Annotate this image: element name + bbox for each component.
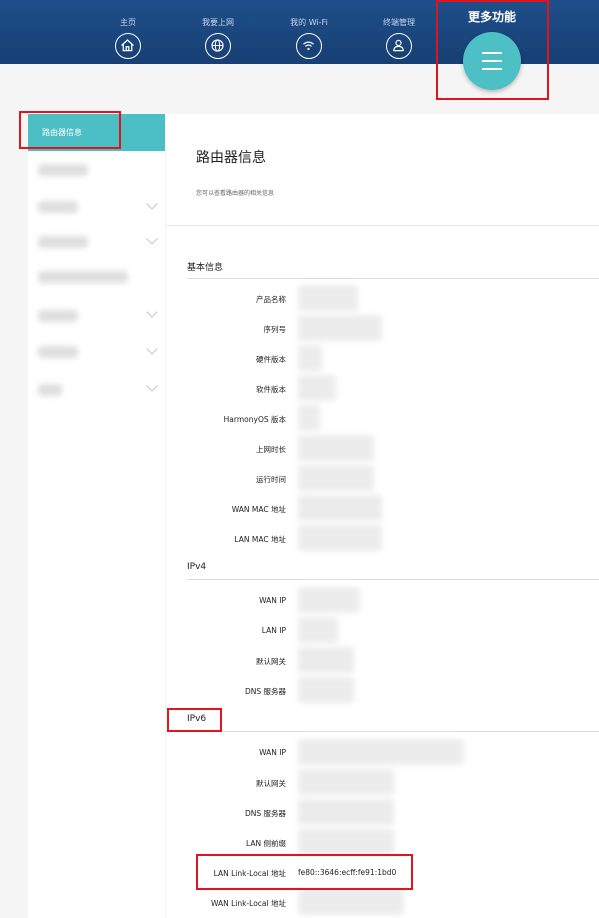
label-wan-link-local: WAN Link-Local 地址 [210, 899, 286, 908]
main-content: 路由器信息 您可以查看路由器的相关信息 基本信息 产品名称 序列号 硬件版本 软… [166, 114, 599, 918]
label-ipv6-wan-ip: WAN IP [259, 748, 286, 757]
sidebar-item-blurred[interactable] [38, 346, 78, 358]
nav-home[interactable]: 主页 [88, 0, 168, 64]
sidebar-item-blurred[interactable] [38, 164, 88, 176]
value-ipv4-gateway [298, 647, 354, 673]
label-ipv4-wan-ip: WAN IP [259, 596, 286, 605]
label-lan-mac: LAN MAC 地址 [234, 535, 286, 544]
label-ipv6-lan-prefix: LAN 侧前缀 [246, 839, 286, 848]
value-online-duration [298, 435, 374, 461]
nav-home-label: 主页 [120, 18, 136, 27]
user-icon [386, 33, 412, 59]
value-wan-mac [298, 495, 382, 521]
highlight-box-ipv6 [167, 708, 222, 732]
globe-icon [205, 33, 231, 59]
label-serial-number: 序列号 [263, 325, 287, 334]
nav-internet-label: 我要上网 [202, 18, 234, 27]
label-ipv4-dns: DNS 服务器 [244, 687, 286, 696]
section-title-basic: 基本信息 [187, 263, 224, 273]
value-wan-link-local [298, 889, 404, 915]
nav-internet[interactable]: 我要上网 [178, 0, 258, 64]
sidebar-item-blurred[interactable] [38, 384, 62, 396]
section-divider [187, 278, 599, 279]
chevron-down-icon [146, 380, 158, 392]
value-serial-number [298, 315, 382, 341]
value-software-version [298, 375, 336, 401]
value-product-name [298, 285, 358, 311]
highlight-box-more [436, 0, 549, 100]
value-uptime [298, 465, 374, 491]
label-harmonyos-version: HarmonyOS 版本 [223, 415, 286, 424]
nav-wifi-label: 我的 Wi-Fi [290, 18, 328, 27]
value-lan-mac [298, 525, 382, 551]
section-title-ipv4: IPv4 [187, 562, 207, 572]
wifi-icon [296, 33, 322, 59]
value-harmonyos-version [298, 405, 320, 431]
chevron-down-icon [146, 233, 158, 245]
chevron-down-icon [146, 306, 158, 318]
chevron-down-icon [146, 198, 158, 210]
value-ipv4-lan-ip [298, 617, 338, 643]
value-ipv6-lan-prefix [298, 829, 394, 855]
label-software-version: 软件版本 [256, 385, 286, 394]
section-divider [187, 731, 599, 732]
highlight-box-sidebar [19, 111, 121, 149]
value-hardware-version [298, 345, 322, 371]
value-ipv4-dns [298, 677, 354, 703]
sidebar-item-blurred[interactable] [38, 271, 128, 283]
label-ipv4-lan-ip: LAN IP [261, 626, 286, 635]
value-ipv6-gateway [298, 769, 394, 795]
label-ipv4-gateway: 默认网关 [256, 657, 286, 666]
nav-wifi[interactable]: 我的 Wi-Fi [269, 0, 349, 64]
page-title: 路由器信息 [196, 150, 266, 166]
label-ipv6-gateway: 默认网关 [256, 779, 286, 788]
value-ipv6-wan-ip [298, 739, 464, 765]
sidebar-item-blurred[interactable] [38, 201, 78, 213]
label-uptime: 运行时间 [256, 475, 286, 484]
value-ipv6-dns [298, 799, 394, 825]
nav-devices-label: 终端管理 [383, 18, 415, 27]
highlight-box-lan-link-local [196, 854, 413, 890]
home-icon [115, 33, 141, 59]
section-divider [187, 579, 599, 580]
sidebar-item-blurred[interactable] [38, 310, 78, 322]
value-ipv4-wan-ip [298, 587, 360, 613]
label-product-name: 产品名称 [256, 295, 286, 304]
nav-devices[interactable]: 终端管理 [359, 0, 439, 64]
label-online-duration: 上网时长 [256, 445, 286, 454]
label-wan-mac: WAN MAC 地址 [231, 505, 286, 514]
divider [166, 225, 599, 226]
sidebar-item-blurred[interactable] [38, 236, 88, 248]
label-ipv6-dns: DNS 服务器 [244, 809, 286, 818]
label-hardware-version: 硬件版本 [256, 355, 286, 364]
sidebar: 路由器信息 [28, 114, 165, 918]
page-subtitle: 您可以查看路由器的相关信息 [196, 190, 275, 197]
chevron-down-icon [146, 343, 158, 355]
